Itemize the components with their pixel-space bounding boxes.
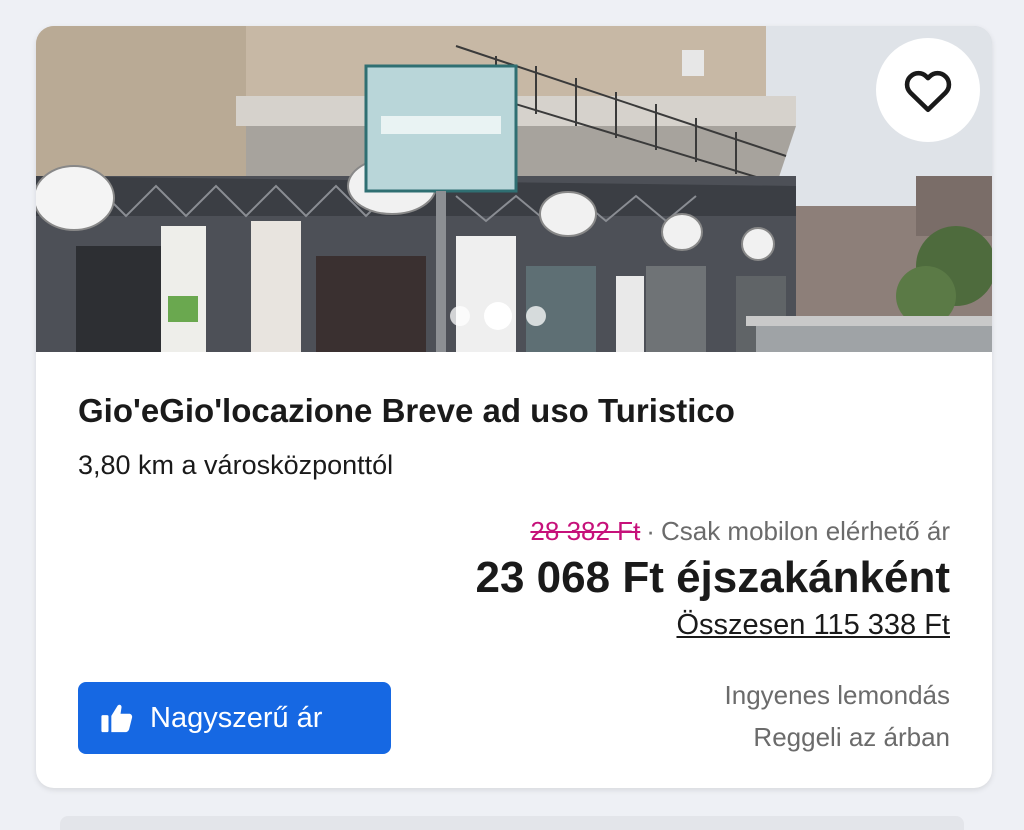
carousel-dot-active[interactable]: [484, 302, 512, 330]
separator: ·: [646, 516, 655, 546]
property-title[interactable]: Gio'eGio'locazione Breve ad uso Turistic…: [78, 392, 735, 430]
favorite-button[interactable]: [876, 38, 980, 142]
perk-free-cancellation: Ingyenes lemondás: [724, 680, 950, 710]
carousel-dots: [450, 302, 546, 330]
mobile-only-note: Csak mobilon elérhető ár: [660, 516, 950, 546]
price-note-line: 28 382 Ft · Csak mobilon elérhető ár: [476, 516, 950, 547]
perks-list: Ingyenes lemondás Reggeli az árban: [725, 674, 950, 758]
carousel-dot[interactable]: [526, 306, 546, 326]
nightly-price: 23 068 Ft éjszakánként: [475, 553, 950, 602]
original-price: 28 382 Ft: [530, 516, 641, 546]
total-price-link[interactable]: Összesen 115 338 Ft: [676, 609, 950, 642]
carousel-dot[interactable]: [450, 306, 470, 326]
next-card-edge: [60, 816, 964, 830]
distance-from-center: 3,80 km a városközponttól: [78, 450, 394, 480]
heart-icon: [904, 70, 952, 113]
thumbs-up-icon: [101, 704, 133, 733]
property-card[interactable]: Gio'eGio'locazione Breve ad uso Turistic…: [36, 26, 992, 788]
property-photo[interactable]: [36, 26, 992, 352]
perk-breakfast-included: Reggeli az árban: [753, 722, 950, 752]
badge-label: Nagyszerű ár: [150, 701, 323, 734]
great-price-badge: Nagyszerű ár: [78, 682, 391, 754]
price-block: 28 382 Ft · Csak mobilon elérhető ár 23 06…: [476, 516, 950, 642]
